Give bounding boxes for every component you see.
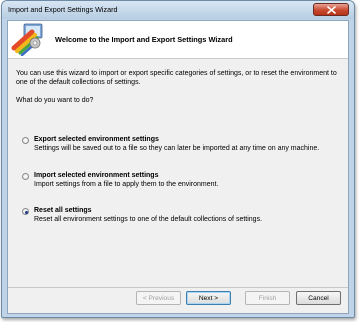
option-import-label[interactable]: Import selected environment settings [34, 172, 158, 179]
window-title: Import and Export Settings Wizard [8, 5, 118, 14]
option-import-description: Import settings from a file to apply the… [34, 181, 219, 188]
footer-divider [8, 287, 348, 288]
reset-radio[interactable] [22, 208, 29, 215]
previous-button[interactable]: < Previous [136, 291, 181, 305]
export-radio[interactable] [22, 137, 29, 144]
wizard-logo-icon [11, 23, 43, 56]
cancel-button[interactable]: Cancel [296, 291, 341, 305]
option-reset-description: Reset all environment settings to one of… [34, 216, 263, 223]
header-title: Welcome to the Import and Export Setting… [55, 35, 233, 44]
option-export-label[interactable]: Export selected environment settings [34, 136, 159, 143]
option-reset-label[interactable]: Reset all settings [34, 207, 92, 214]
close-button[interactable] [313, 3, 349, 16]
finish-button[interactable]: Finish [245, 291, 290, 305]
import-radio[interactable] [22, 173, 29, 180]
close-icon [326, 5, 336, 14]
wizard-client-area: Welcome to the Import and Export Setting… [7, 20, 349, 314]
question-label: What do you want to do? [16, 97, 94, 104]
option-export-description: Settings will be saved out to a file so … [34, 145, 320, 152]
next-button[interactable]: Next > [186, 291, 231, 305]
wizard-header: Welcome to the Import and Export Setting… [8, 21, 348, 59]
wizard-window: Import and Export Settings Wizard Welcom… [1, 0, 355, 318]
description-text: You can use this wizard to import or exp… [16, 70, 337, 86]
title-bar[interactable]: Import and Export Settings Wizard [2, 1, 354, 19]
